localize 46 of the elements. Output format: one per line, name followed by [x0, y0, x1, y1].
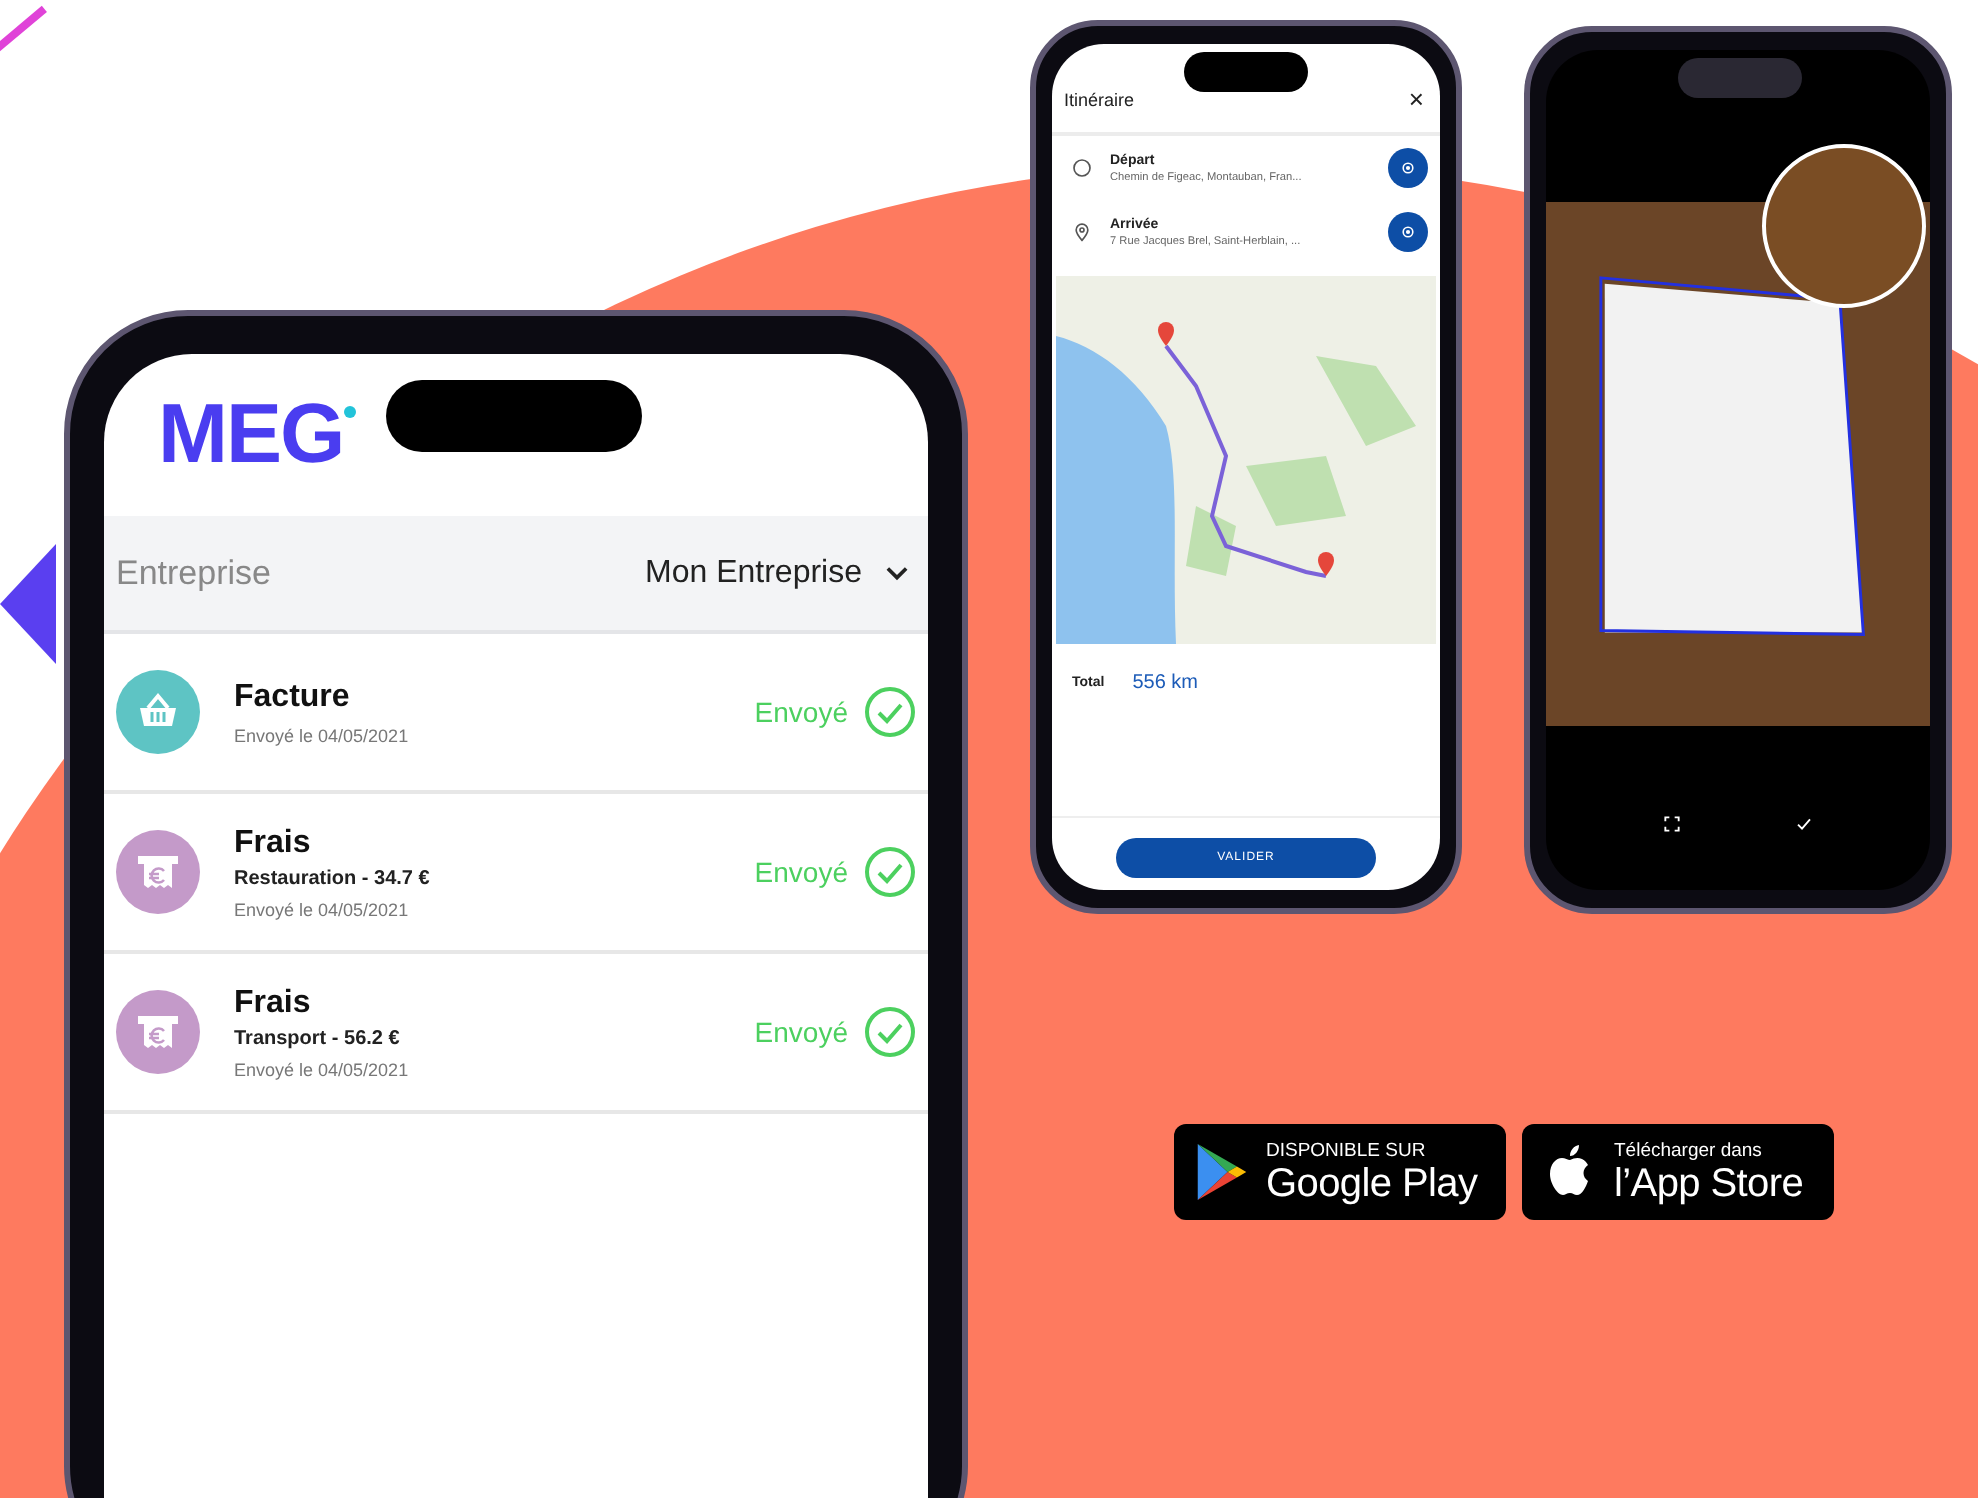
checkmark-icon[interactable]	[1796, 816, 1812, 832]
sent-date: Envoyé le 04/05/2021	[234, 899, 411, 919]
screen-title: Itinéraire	[1064, 89, 1135, 109]
basket-icon	[116, 670, 200, 754]
close-button[interactable]: ×	[1404, 86, 1428, 112]
company-selector[interactable]: Entreprise Mon Entreprise	[104, 516, 928, 634]
target-icon	[1400, 224, 1416, 240]
store-name: Google Play	[1266, 1161, 1478, 1205]
total-distance: 556 km	[1132, 672, 1198, 694]
status-text: Envoyé	[754, 856, 848, 888]
document-title: Frais	[234, 825, 313, 861]
chevron-down-icon	[886, 565, 908, 581]
status-text: Envoyé	[754, 696, 848, 728]
location-pin-icon	[1072, 222, 1092, 242]
document-row[interactable]: Facture Envoyé le 04/05/2021 Envoyé	[104, 634, 928, 794]
document-title: Facture	[234, 679, 352, 715]
locate-button[interactable]	[1388, 148, 1428, 188]
badge-caption: DISPONIBLE SUR	[1266, 1139, 1428, 1161]
check-circle-icon	[864, 1006, 916, 1058]
document-row[interactable]: Frais Restauration - 34.7 € Envoyé le 04/05/2021 Envoyé	[104, 794, 928, 954]
locate-button[interactable]	[1388, 212, 1428, 252]
target-icon	[1400, 160, 1416, 176]
sent-date: Envoyé le 04/05/2021	[234, 725, 411, 745]
expense-detail: Restauration - 34.7 €	[234, 867, 432, 889]
store-badge[interactable]: Télécharger dans l’App Store	[1522, 1124, 1834, 1220]
crop-frame-icon[interactable]	[1664, 816, 1680, 832]
play-triangle-icon	[1194, 1142, 1250, 1202]
check-circle-icon	[864, 846, 916, 898]
logo: MEG	[158, 394, 344, 474]
camera-notch	[1678, 58, 1802, 98]
receipt-icon	[116, 990, 200, 1074]
logo-dot-icon	[343, 406, 356, 418]
badge-caption: Télécharger dans	[1614, 1139, 1764, 1161]
company-value: Mon Entreprise	[645, 555, 862, 591]
status-text: Envoyé	[754, 1016, 848, 1048]
circle-icon	[1072, 158, 1092, 178]
store-name: l’App Store	[1614, 1161, 1804, 1205]
check-circle-icon	[864, 686, 916, 738]
company-label: Entreprise	[116, 553, 273, 593]
store-badge[interactable]: DISPONIBLE SUR Google Play	[1174, 1124, 1506, 1220]
camera-notch	[1184, 52, 1308, 92]
expense-detail: Transport - 56.2 €	[234, 1027, 402, 1049]
document-row[interactable]: Frais Transport - 56.2 € Envoyé le 04/05/2021 Envoyé	[104, 954, 928, 1114]
sent-date: Envoyé le 04/05/2021	[234, 1059, 411, 1079]
document-title: Frais	[234, 985, 313, 1021]
receipt-icon	[116, 830, 200, 914]
